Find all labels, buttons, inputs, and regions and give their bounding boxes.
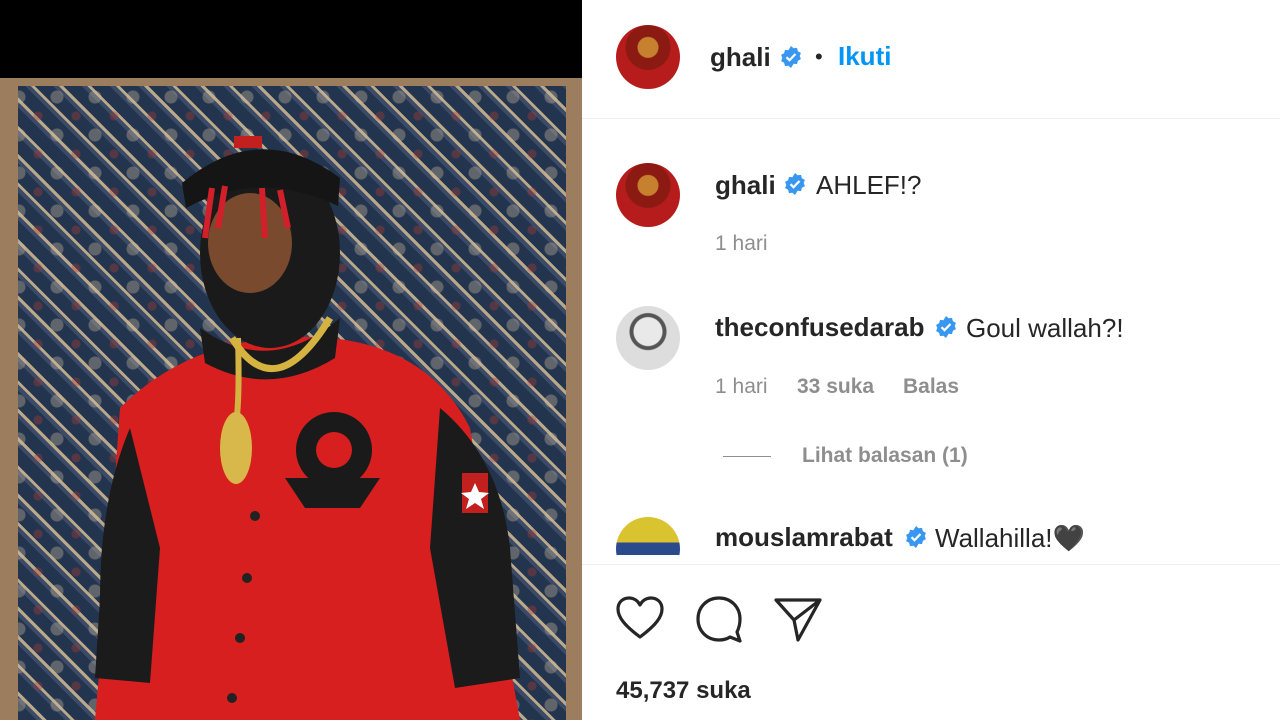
- comment-text: AHLEF!?: [816, 170, 922, 200]
- verified-badge-icon: [781, 46, 801, 68]
- replies-divider: [723, 456, 771, 457]
- comment-icon[interactable]: [693, 593, 745, 645]
- header-username[interactable]: ghali: [710, 42, 771, 73]
- verified-badge-icon: [785, 173, 805, 195]
- avatar[interactable]: [616, 306, 680, 370]
- avatar[interactable]: [616, 517, 680, 555]
- verified-badge-icon: [906, 526, 926, 548]
- separator-dot: •: [815, 44, 823, 69]
- likes-count[interactable]: 45,737 suka: [616, 677, 751, 705]
- view-replies-button[interactable]: Lihat balasan (1): [802, 444, 968, 468]
- comment-time[interactable]: 1 hari: [715, 232, 768, 256]
- follow-button[interactable]: Ikuti: [838, 41, 891, 72]
- verified-badge-icon: [936, 316, 956, 338]
- send-icon[interactable]: [772, 593, 824, 645]
- comment-username[interactable]: ghali: [715, 170, 776, 201]
- comment-text: Goul wallah?!: [966, 313, 1124, 343]
- post-header: ghali • Ikuti: [582, 0, 1280, 119]
- post-side-panel: ghali • Ikuti ghali AHLEF!? 1 hari theco…: [582, 0, 1280, 720]
- comment-time[interactable]: 1 hari: [715, 375, 768, 399]
- comment-likes[interactable]: 33 suka: [797, 375, 874, 399]
- comment-username[interactable]: theconfusedarab: [715, 312, 925, 343]
- avatar[interactable]: [616, 25, 680, 89]
- heart-icon[interactable]: [614, 593, 666, 645]
- post-actions: 45,737 suka: [582, 564, 1280, 721]
- post-photo[interactable]: [0, 78, 582, 720]
- reply-button[interactable]: Balas: [903, 375, 959, 399]
- comment-text: Wallahilla!🖤: [935, 523, 1085, 553]
- person-figure: [95, 136, 520, 720]
- comment-username[interactable]: mouslamrabat: [715, 522, 893, 553]
- avatar[interactable]: [616, 163, 680, 227]
- post-media[interactable]: [0, 0, 582, 720]
- comments-list[interactable]: ghali AHLEF!? 1 hari theconfusedarab Gou…: [582, 119, 1280, 555]
